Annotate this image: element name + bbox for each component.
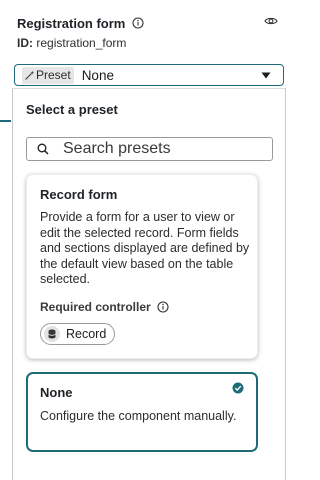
database-icon: [44, 326, 60, 342]
properties-header: Registration form ID: registration_form: [17, 14, 278, 50]
card-title: None: [40, 385, 73, 400]
search-box: [26, 137, 273, 161]
search-icon: [37, 143, 49, 155]
preset-tag-label: Preset: [36, 67, 71, 82]
id-value: registration_form: [36, 36, 127, 50]
preset-card-none[interactable]: None Configure the component manually.: [26, 372, 258, 452]
preset-card-record-form[interactable]: Record form Provide a form for a user to…: [26, 174, 258, 359]
controller-chip-label: Record: [66, 327, 107, 341]
info-icon[interactable]: [132, 17, 144, 29]
preset-dropdown-panel: Select a preset Record form Provide a fo…: [12, 88, 286, 480]
preset-select-value: None: [81, 67, 114, 83]
card-description: Configure the component manually.: [40, 409, 237, 423]
wand-icon: [24, 70, 35, 81]
search-input[interactable]: [63, 140, 263, 158]
card-description: Provide a form for a user to view or edi…: [40, 210, 250, 286]
required-controller-label: Required controller: [40, 300, 151, 314]
preset-select[interactable]: Preset None: [14, 64, 284, 86]
check-circle-icon: [232, 382, 244, 394]
chevron-down-icon: [261, 72, 271, 79]
required-controller-row: Required controller: [40, 300, 169, 314]
preset-tag: Preset: [22, 66, 74, 84]
component-id: ID: registration_form: [17, 36, 278, 50]
info-icon[interactable]: [157, 301, 169, 313]
eye-icon[interactable]: [264, 15, 278, 27]
title-row: Registration form: [17, 14, 278, 32]
card-title: Record form: [40, 187, 118, 202]
id-label: ID:: [17, 36, 33, 50]
panel-title: Select a preset: [26, 102, 118, 117]
component-title: Registration form: [17, 15, 126, 31]
controller-chip: Record: [40, 323, 116, 345]
tab-indicator: [0, 120, 11, 122]
